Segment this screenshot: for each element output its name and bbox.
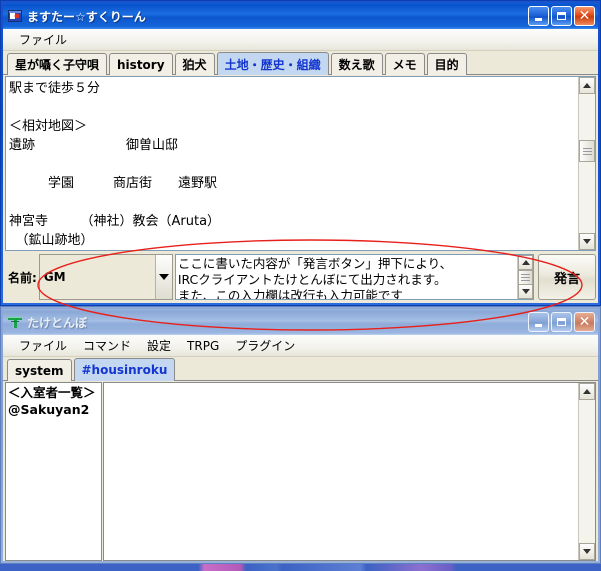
menu-item-file[interactable]: ファイル bbox=[11, 335, 75, 356]
message-input-bar: 名前: GM ここに書いた内容が「発言ボタン」押下により、 IRCクライアントた… bbox=[3, 251, 598, 303]
window-title-takedonbo: たけとんぼ bbox=[27, 315, 88, 330]
tab-system[interactable]: system bbox=[7, 359, 72, 381]
menu-item-trpg[interactable]: TRPG bbox=[179, 337, 227, 355]
document-textarea[interactable]: 駅まで徒歩５分 ＜相対地図＞ 遺跡 御曽山邸 学園 商店街 遠野駅 神宮寺 （神… bbox=[6, 77, 578, 250]
list-item[interactable]: @Sakuyan2 bbox=[8, 401, 99, 418]
chat-scroll-down-button[interactable] bbox=[579, 543, 595, 560]
minimize-button[interactable] bbox=[528, 6, 549, 26]
menu-item-command[interactable]: コマンド bbox=[75, 335, 139, 356]
tabstrip-takedonbo[interactable]: system #housinroku bbox=[3, 357, 598, 381]
message-scroll-thumb[interactable] bbox=[518, 270, 533, 285]
chat-body: ＜入室者一覧＞ @Sakuyan2 bbox=[3, 381, 598, 561]
maximize-button[interactable] bbox=[551, 6, 572, 26]
chat-vertical-scrollbar[interactable] bbox=[578, 383, 595, 560]
tab-label: system bbox=[15, 363, 64, 378]
scroll-track[interactable] bbox=[579, 94, 595, 233]
scroll-down-button[interactable] bbox=[579, 233, 595, 250]
app-icon-master-screen bbox=[7, 8, 23, 24]
tab-label: メモ bbox=[392, 58, 417, 72]
menubar-master-screen[interactable]: ファイル bbox=[3, 29, 598, 51]
tab-kazoeuta[interactable]: 数え歌 bbox=[330, 53, 383, 75]
app-icon-takedonbo bbox=[7, 314, 23, 330]
caption-buttons-master-screen[interactable]: ✕ bbox=[528, 6, 595, 26]
message-scroll-down-button[interactable] bbox=[518, 284, 533, 299]
close-button[interactable]: ✕ bbox=[574, 6, 595, 26]
tab-label: #housinroku bbox=[81, 363, 168, 377]
maximize-button[interactable] bbox=[551, 312, 572, 332]
message-input-box[interactable]: ここに書いた内容が「発言ボタン」押下により、 IRCクライアントたけとんぼにて出… bbox=[174, 254, 534, 300]
send-button[interactable]: 発言 bbox=[538, 254, 596, 300]
menu-item-plugin[interactable]: プラグイン bbox=[227, 335, 303, 356]
tab-housinroku[interactable]: #housinroku bbox=[73, 358, 176, 381]
screen-root: ますたー☆すくりーん ✕ ファイル 星が囁く子守唄 history 狛犬 土地・… bbox=[0, 0, 601, 571]
tab-komainu[interactable]: 狛犬 bbox=[174, 53, 215, 75]
tab-label: 星が囁く子守唄 bbox=[15, 58, 100, 72]
message-scroll-track[interactable] bbox=[518, 270, 533, 285]
user-list-panel[interactable]: ＜入室者一覧＞ @Sakuyan2 bbox=[5, 382, 102, 561]
titlebar-takedonbo[interactable]: たけとんぼ ✕ bbox=[3, 309, 598, 335]
caption-buttons-takedonbo[interactable]: ✕ bbox=[528, 312, 595, 332]
name-label: 名前: bbox=[8, 270, 37, 285]
message-input-text[interactable]: ここに書いた内容が「発言ボタン」押下により、 IRCクライアントたけとんぼにて出… bbox=[176, 255, 517, 299]
tab-memo[interactable]: メモ bbox=[384, 53, 425, 75]
message-vertical-scrollbar[interactable] bbox=[517, 255, 533, 299]
scroll-grip-icon bbox=[582, 146, 592, 157]
window-takedonbo[interactable]: たけとんぼ ✕ ファイル コマンド 設定 TRPG プラグイン system #… bbox=[0, 306, 601, 564]
menubar-takedonbo[interactable]: ファイル コマンド 設定 TRPG プラグイン bbox=[3, 335, 598, 357]
tab-label: 目的 bbox=[434, 58, 459, 72]
chat-log-text bbox=[104, 383, 578, 560]
user-list-header: ＜入室者一覧＞ bbox=[8, 385, 96, 400]
scroll-up-button[interactable] bbox=[579, 77, 595, 94]
tab-tochi-rekishi-soshiki[interactable]: 土地・歴史・組織 bbox=[216, 52, 329, 75]
tab-mokuteki[interactable]: 目的 bbox=[426, 53, 467, 75]
document-text: 駅まで徒歩５分 ＜相対地図＞ 遺跡 御曽山邸 学園 商店街 遠野駅 神宮寺 （神… bbox=[9, 81, 221, 248]
taskbar[interactable] bbox=[0, 564, 601, 571]
window-master-screen[interactable]: ますたー☆すくりーん ✕ ファイル 星が囁く子守唄 history 狛犬 土地・… bbox=[0, 0, 601, 306]
minimize-button[interactable] bbox=[528, 312, 549, 332]
name-combobox[interactable]: GM bbox=[38, 254, 173, 300]
tab-history[interactable]: history bbox=[109, 53, 173, 75]
scroll-thumb[interactable] bbox=[579, 140, 595, 162]
client-area-takedonbo: ファイル コマンド 設定 TRPG プラグイン system #housinro… bbox=[3, 335, 598, 561]
tab-label: history bbox=[117, 57, 165, 72]
titlebar-master-screen[interactable]: ますたー☆すくりーん ✕ bbox=[3, 3, 598, 29]
name-combobox-value[interactable]: GM bbox=[39, 255, 155, 299]
chat-scroll-up-button[interactable] bbox=[579, 383, 595, 400]
close-button[interactable]: ✕ bbox=[574, 312, 595, 332]
tabstrip-master-screen[interactable]: 星が囁く子守唄 history 狛犬 土地・歴史・組織 数え歌 メモ 目的 bbox=[3, 51, 598, 75]
client-area-master-screen: ファイル 星が囁く子守唄 history 狛犬 土地・歴史・組織 数え歌 メモ … bbox=[3, 29, 598, 303]
message-scroll-up-button[interactable] bbox=[518, 255, 533, 270]
document-pane-container: 駅まで徒歩５分 ＜相対地図＞ 遺跡 御曽山邸 学園 商店街 遠野駅 神宮寺 （神… bbox=[5, 76, 596, 251]
tab-label: 狛犬 bbox=[182, 58, 207, 72]
document-vertical-scrollbar[interactable] bbox=[578, 77, 595, 250]
menu-item-settings[interactable]: 設定 bbox=[139, 335, 179, 356]
scroll-grip-icon bbox=[521, 272, 530, 283]
menu-item-file[interactable]: ファイル bbox=[11, 29, 75, 50]
tab-label: 数え歌 bbox=[338, 58, 375, 72]
chat-log-panel[interactable] bbox=[103, 382, 596, 561]
tab-hoshi-ga-sasayaku-komoriuta[interactable]: 星が囁く子守唄 bbox=[7, 53, 108, 75]
window-title-master-screen: ますたー☆すくりーん bbox=[27, 9, 146, 24]
chat-scroll-track[interactable] bbox=[579, 400, 595, 543]
chevron-down-icon[interactable] bbox=[154, 255, 172, 299]
tab-label: 土地・歴史・組織 bbox=[224, 57, 321, 72]
